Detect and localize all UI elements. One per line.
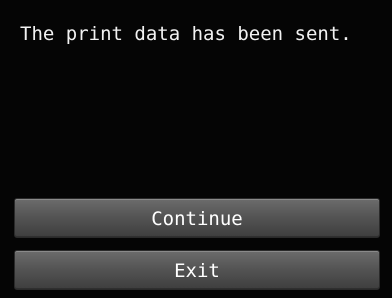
exit-button[interactable]: Exit bbox=[14, 250, 380, 290]
printer-status-screen: The print data has been sent. Continue E… bbox=[0, 0, 392, 298]
continue-button[interactable]: Continue bbox=[14, 198, 380, 238]
status-message: The print data has been sent. bbox=[20, 23, 352, 45]
